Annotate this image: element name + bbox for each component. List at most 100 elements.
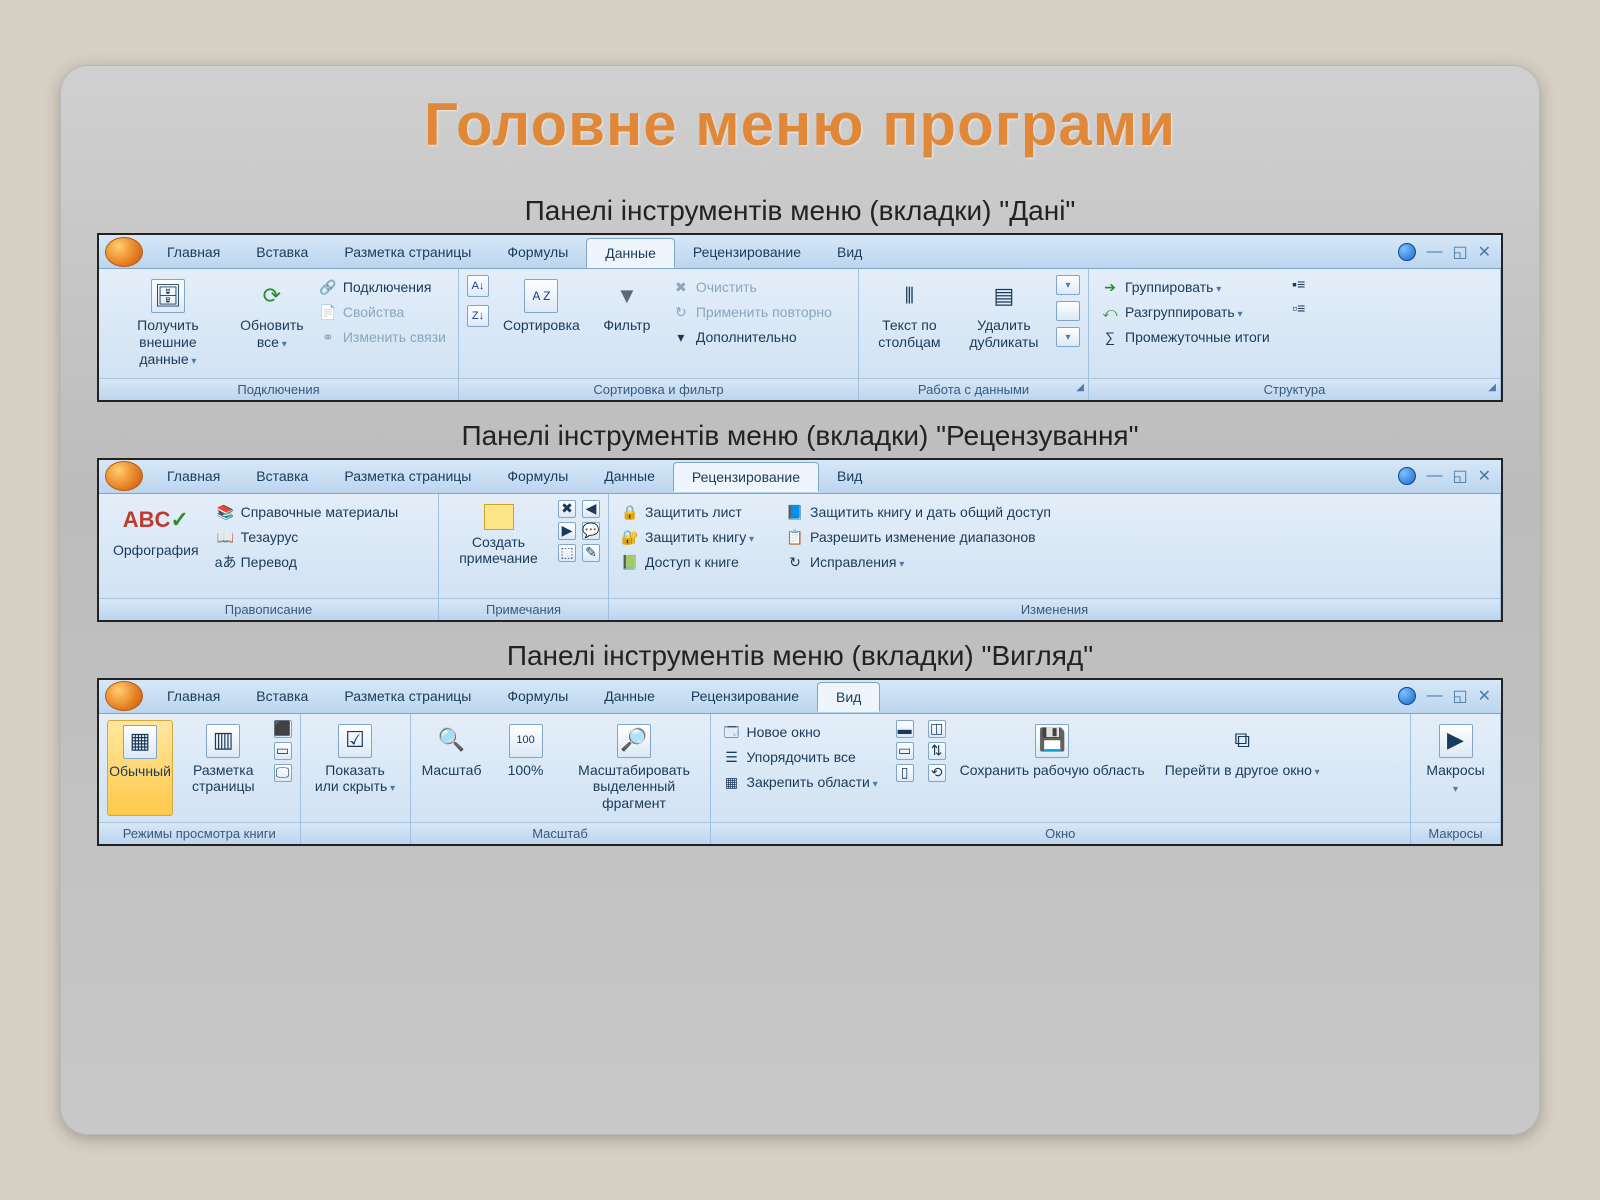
tab-review[interactable]: Рецензирование xyxy=(673,682,817,710)
tab-layout[interactable]: Разметка страницы xyxy=(326,462,489,490)
show-ink-icon[interactable]: ✎ xyxy=(582,544,600,562)
restore-icon[interactable]: ◱ xyxy=(1452,686,1467,706)
tab-formulas[interactable]: Формулы xyxy=(489,682,586,710)
clear-filter-button[interactable]: ✖Очистить xyxy=(668,275,836,300)
page-layout-button[interactable]: ▥ Разметка страницы xyxy=(181,720,266,816)
office-button[interactable] xyxy=(105,237,143,267)
save-workspace-button[interactable]: 💾 Сохранить рабочую область xyxy=(954,720,1151,783)
help-icon[interactable] xyxy=(1398,687,1416,705)
reapply-button[interactable]: ↻Применить повторно xyxy=(668,300,836,325)
macros-button[interactable]: ▶ Макросы xyxy=(1419,720,1492,800)
normal-view-button[interactable]: ▦ Обычный xyxy=(107,720,173,816)
prev-comment-icon[interactable]: ◀ xyxy=(582,500,600,518)
minimize-icon[interactable]: — xyxy=(1426,243,1442,261)
track-changes-button[interactable]: ↻Исправления xyxy=(782,550,1055,575)
tab-insert[interactable]: Вставка xyxy=(238,682,326,710)
advanced-filter-button[interactable]: ▾Дополнительно xyxy=(668,325,836,350)
protect-workbook-button[interactable]: 🔐Защитить книгу xyxy=(617,525,758,550)
unhide-window-icon[interactable]: ▯ xyxy=(896,764,914,782)
show-hide-button[interactable]: ☑ Показать или скрыть xyxy=(309,720,402,800)
tab-data[interactable]: Данные xyxy=(586,682,673,710)
get-external-data-button[interactable]: 🗄 Получить внешние данные xyxy=(107,275,229,372)
office-button[interactable] xyxy=(105,681,143,711)
minimize-icon[interactable]: — xyxy=(1426,687,1442,705)
subtotal-button[interactable]: ∑Промежуточные итоги xyxy=(1097,325,1274,350)
sort-asc-icon[interactable]: A↓ xyxy=(467,275,489,297)
remove-duplicates-button[interactable]: ▤ Удалить дубликаты xyxy=(960,275,1048,355)
allow-ranges-button[interactable]: 📋Разрешить изменение диапазонов xyxy=(782,525,1055,550)
close-icon[interactable]: ✕ xyxy=(1478,686,1491,706)
office-button[interactable] xyxy=(105,461,143,491)
dialog-launcher-icon[interactable]: ◢ xyxy=(1488,382,1496,393)
tab-insert[interactable]: Вставка xyxy=(238,462,326,490)
dialog-launcher-icon[interactable]: ◢ xyxy=(1076,382,1084,393)
zoom-100-button[interactable]: 100 100% xyxy=(493,720,559,783)
data-validation-icon[interactable] xyxy=(1056,275,1080,295)
tab-insert[interactable]: Вставка xyxy=(238,238,326,266)
zoom-button[interactable]: 🔍 Масштаб xyxy=(419,720,485,783)
close-icon[interactable]: ✕ xyxy=(1478,466,1491,486)
protect-share-button[interactable]: 📘Защитить книгу и дать общий доступ xyxy=(782,500,1055,525)
arrange-all-button[interactable]: ☰Упорядочить все xyxy=(719,745,882,770)
spelling-button[interactable]: ABC✓ Орфография xyxy=(107,500,205,563)
help-icon[interactable] xyxy=(1398,467,1416,485)
page-break-icon[interactable]: ⬛ xyxy=(274,720,292,738)
tab-data[interactable]: Данные xyxy=(586,238,675,268)
tab-view[interactable]: Вид xyxy=(817,682,880,712)
help-icon[interactable] xyxy=(1398,243,1416,261)
tab-data[interactable]: Данные xyxy=(586,462,673,490)
whatif-icon[interactable] xyxy=(1056,327,1080,347)
tab-home[interactable]: Главная xyxy=(149,238,238,266)
group-proofing: ABC✓ Орфография 📚Справочные материалы 📖Т… xyxy=(99,494,439,620)
sort-button[interactable]: A Z Сортировка xyxy=(497,275,586,338)
tab-formulas[interactable]: Формулы xyxy=(489,238,586,266)
fullscreen-icon[interactable]: 🖵 xyxy=(274,764,292,782)
tab-view[interactable]: Вид xyxy=(819,238,880,266)
thesaurus-button[interactable]: 📖Тезаурус xyxy=(213,525,403,550)
tab-review[interactable]: Рецензирование xyxy=(675,238,819,266)
tab-review[interactable]: Рецензирование xyxy=(673,462,819,492)
show-detail-icon[interactable]: ▪≡ xyxy=(1290,275,1308,293)
restore-icon[interactable]: ◱ xyxy=(1452,242,1467,262)
close-icon[interactable]: ✕ xyxy=(1478,242,1491,262)
hide-detail-icon[interactable]: ▫≡ xyxy=(1290,299,1308,317)
properties-button[interactable]: 📄Свойства xyxy=(315,300,450,325)
translate-button[interactable]: aあПеревод xyxy=(213,550,403,575)
refresh-icon: ⟳ xyxy=(255,279,289,313)
show-all-comments-icon[interactable]: ⬚ xyxy=(558,544,576,562)
tab-layout[interactable]: Разметка страницы xyxy=(326,682,489,710)
edit-links-button[interactable]: ⚭Изменить связи xyxy=(315,325,450,350)
refresh-all-button[interactable]: ⟳ Обновить все xyxy=(237,275,307,355)
consolidate-icon[interactable] xyxy=(1056,301,1080,321)
tab-home[interactable]: Главная xyxy=(149,462,238,490)
view-side-icon[interactable]: ◫ xyxy=(928,720,946,738)
new-comment-button[interactable]: Создать примечание xyxy=(447,500,550,572)
sort-desc-icon[interactable]: Z↓ xyxy=(467,305,489,327)
connections-button[interactable]: 🔗Подключения xyxy=(315,275,450,300)
reset-pos-icon[interactable]: ⟲ xyxy=(928,764,946,782)
ungroup-button[interactable]: ⤺Разгруппировать xyxy=(1097,300,1274,325)
freeze-panes-button[interactable]: ▦Закрепить области xyxy=(719,770,882,795)
text-to-columns-button[interactable]: ⫴ Текст по столбцам xyxy=(867,275,952,355)
group-rows-button[interactable]: ➔Группировать xyxy=(1097,275,1274,300)
show-comment-icon[interactable]: 💬 xyxy=(582,522,600,540)
new-window-button[interactable]: 🗔Новое окно xyxy=(719,720,882,745)
tab-formulas[interactable]: Формулы xyxy=(489,462,586,490)
research-button[interactable]: 📚Справочные материалы xyxy=(213,500,403,525)
custom-views-icon[interactable]: ▭ xyxy=(274,742,292,760)
sync-scroll-icon[interactable]: ⇅ xyxy=(928,742,946,760)
filter-button[interactable]: ▼ Фильтр xyxy=(594,275,660,338)
hide-window-icon[interactable]: ▭ xyxy=(896,742,914,760)
zoom-selection-button[interactable]: 🔎 Масштабировать выделенный фрагмент xyxy=(567,720,702,816)
protect-sheet-button[interactable]: 🔒Защитить лист xyxy=(617,500,758,525)
tab-home[interactable]: Главная xyxy=(149,682,238,710)
tab-layout[interactable]: Разметка страницы xyxy=(326,238,489,266)
share-workbook-button[interactable]: 📗Доступ к книге xyxy=(617,550,758,575)
restore-icon[interactable]: ◱ xyxy=(1452,466,1467,486)
next-comment-icon[interactable]: ▶ xyxy=(558,522,576,540)
delete-comment-icon[interactable]: ✖ xyxy=(558,500,576,518)
tab-view[interactable]: Вид xyxy=(819,462,880,490)
minimize-icon[interactable]: — xyxy=(1426,467,1442,485)
switch-windows-button[interactable]: ⧉ Перейти в другое окно xyxy=(1159,720,1326,783)
split-icon[interactable]: ▬ xyxy=(896,720,914,738)
